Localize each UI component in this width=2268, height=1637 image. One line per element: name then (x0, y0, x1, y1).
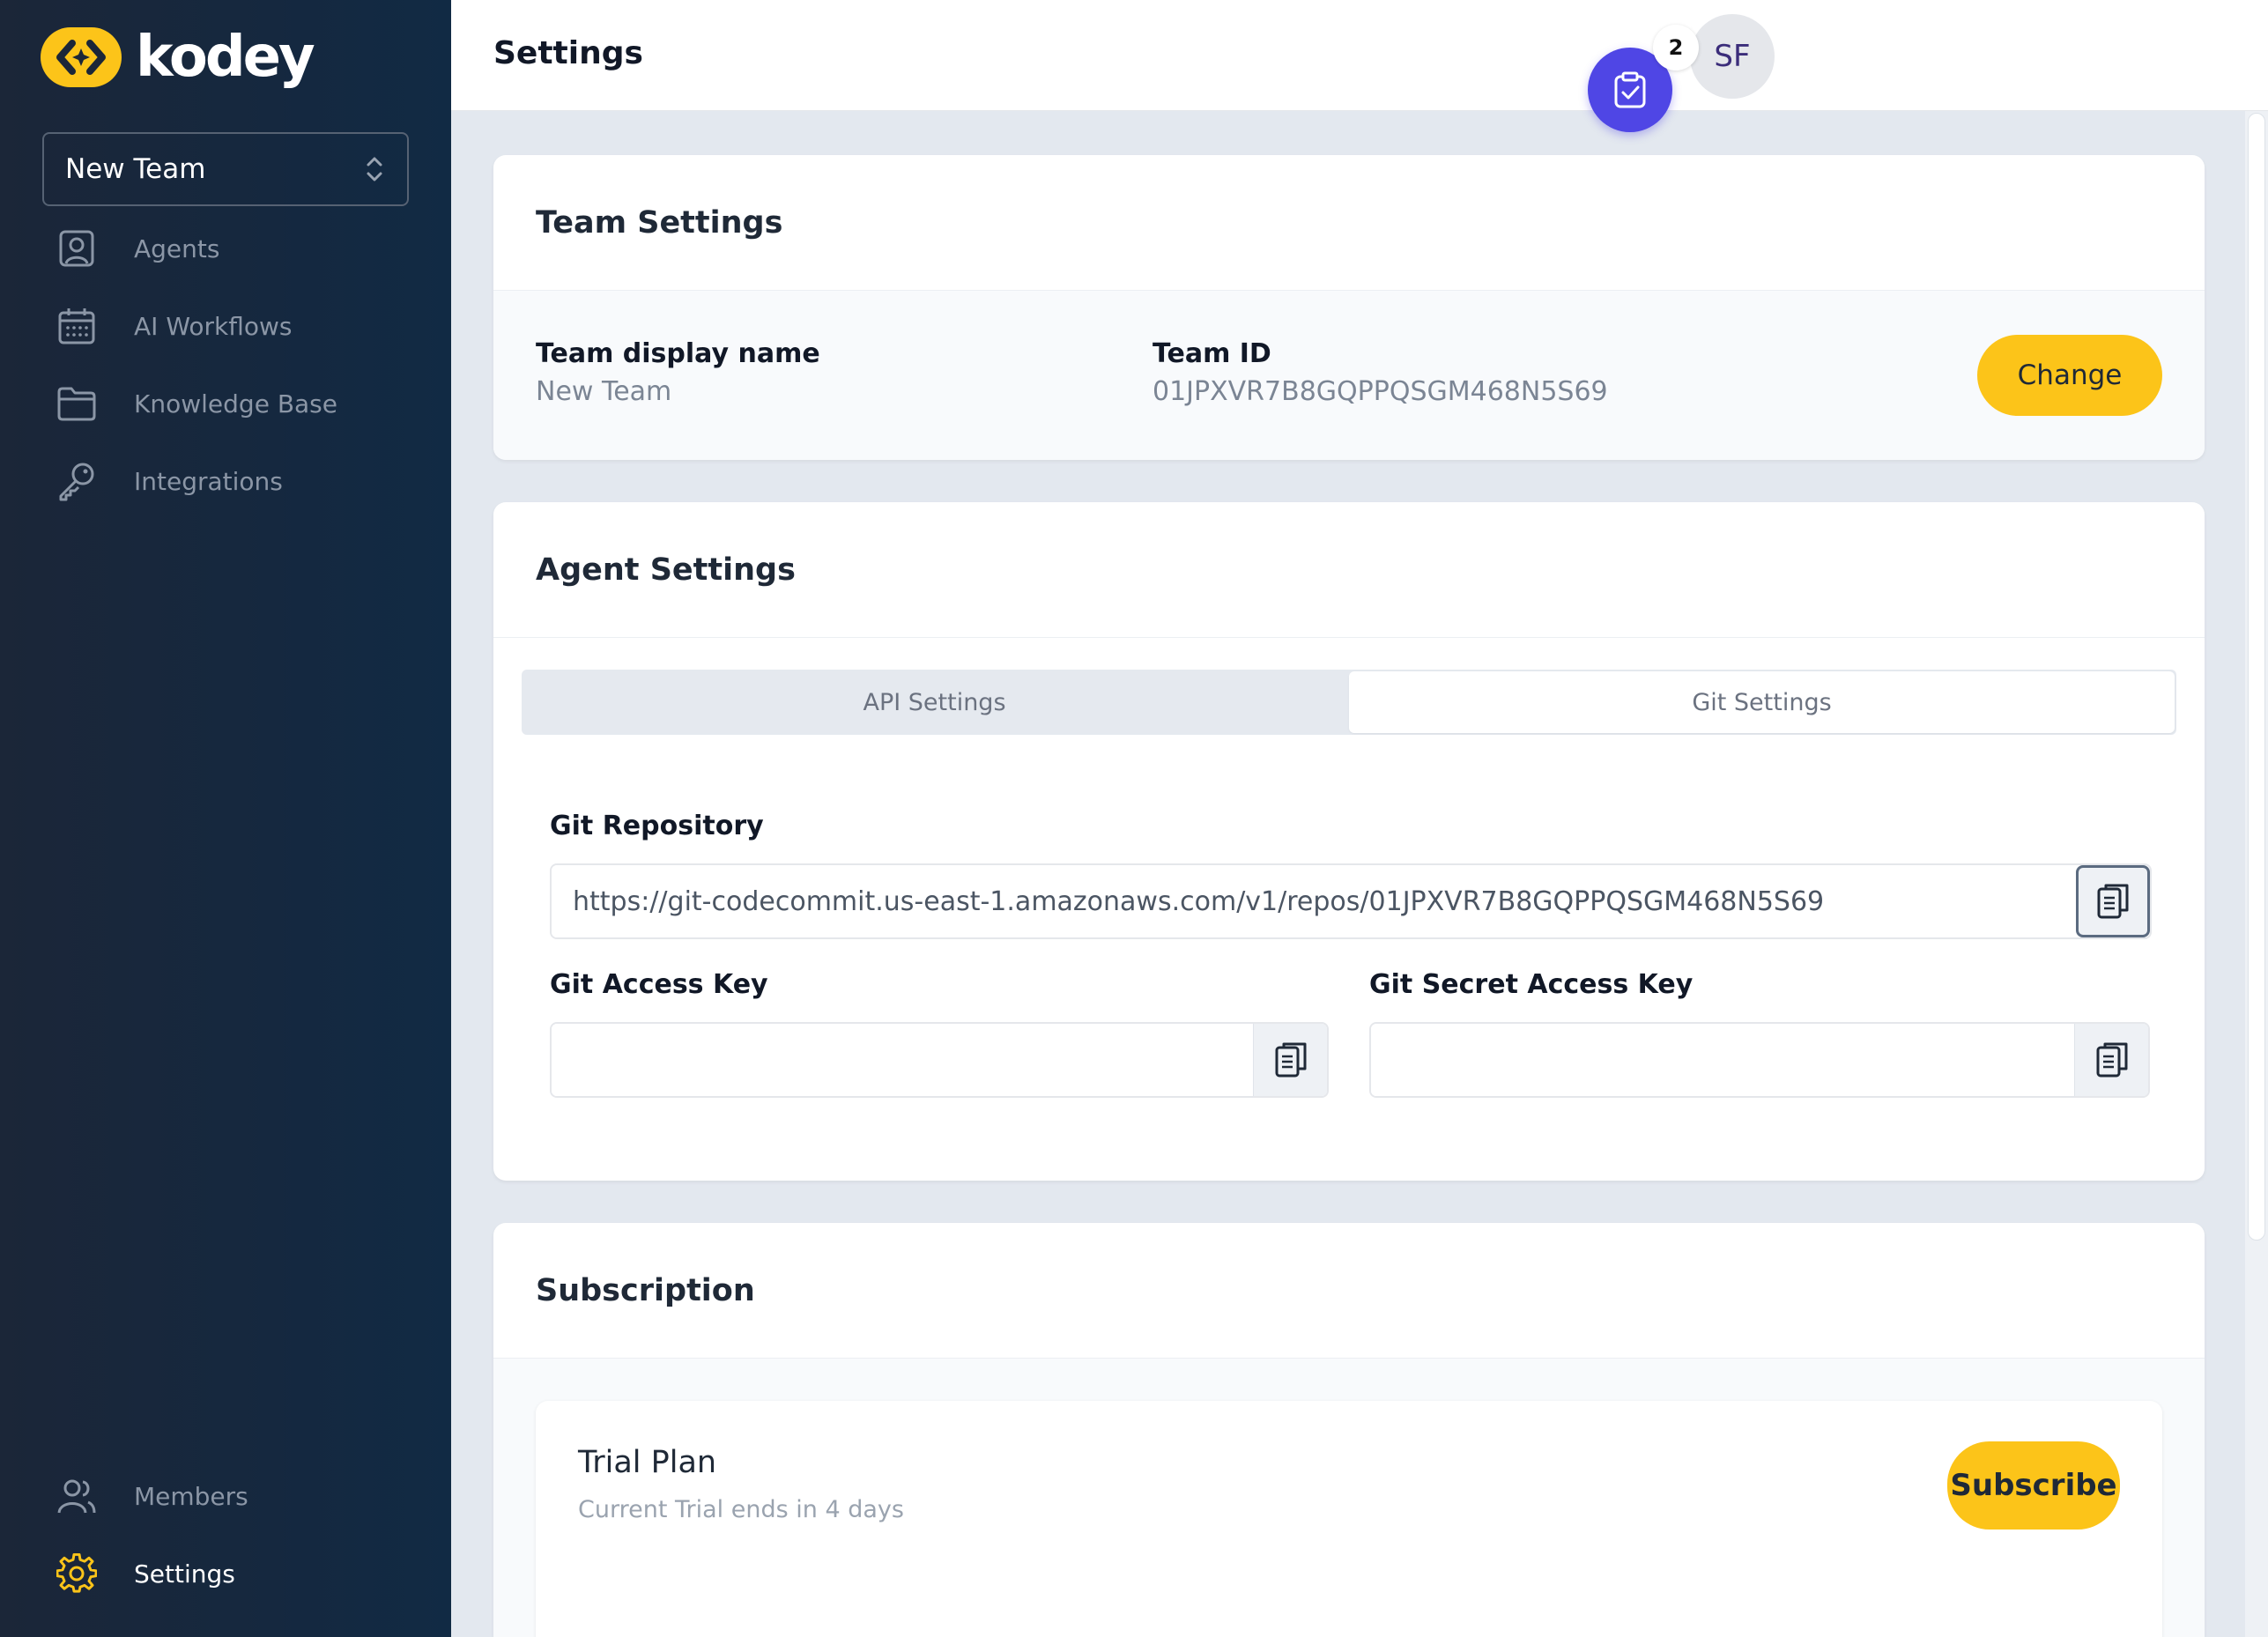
team-display-name-label: Team display name (536, 338, 820, 369)
sidebar-item-label: AI Workflows (134, 311, 293, 341)
git-access-key-field (550, 1022, 1329, 1098)
copy-icon (1275, 1042, 1306, 1078)
tab-git-settings[interactable]: Git Settings (1349, 671, 2175, 733)
team-settings-card: Team Settings Team display name New Team… (493, 155, 2205, 460)
copy-icon (2096, 1042, 2127, 1078)
plan-card: Trial Plan Current Trial ends in 4 days … (536, 1401, 2162, 1637)
copy-icon (2097, 884, 2129, 919)
logo[interactable]: kodey (41, 25, 315, 90)
tasks-count-badge: 2 (1653, 25, 1699, 70)
agent-settings-card: Agent Settings API Settings Git Settings… (493, 502, 2205, 1181)
folder-icon (56, 383, 97, 424)
scrollbar-thumb[interactable] (2248, 113, 2265, 1241)
logo-text: kodey (136, 25, 315, 90)
plan-name: Trial Plan (578, 1445, 717, 1480)
copy-git-secret-access-key-button[interactable] (2074, 1024, 2148, 1096)
team-settings-body: Team display name New Team Team ID 01JPX… (493, 291, 2205, 460)
copy-git-repository-button[interactable] (2076, 865, 2150, 937)
top-bar: Settings (451, 0, 2268, 111)
subscription-header: Subscription (493, 1223, 2205, 1359)
subscribe-button[interactable]: Subscribe (1947, 1441, 2120, 1530)
team-selector-label: New Team (65, 153, 206, 185)
agent-settings-title: Agent Settings (536, 552, 796, 588)
subscription-title: Subscription (536, 1272, 755, 1308)
git-secret-access-key-label: Git Secret Access Key (1369, 969, 1694, 1000)
team-id-field: Team ID 01JPXVR7B8GQPPQSGM468N5S69 (1153, 338, 1608, 407)
sidebar-bottom-nav: Members Settings (0, 1457, 451, 1612)
sidebar-item-label: Agents (134, 233, 220, 263)
change-button[interactable]: Change (1977, 335, 2162, 416)
team-settings-title: Team Settings (536, 204, 783, 241)
sidebar-item-integrations[interactable]: Integrations (0, 442, 451, 520)
git-repository-input[interactable] (552, 865, 2076, 937)
copy-git-access-key-button[interactable] (1253, 1024, 1327, 1096)
team-display-name-value: New Team (536, 376, 672, 407)
sidebar: kodey New Team Agents AI Workflows Knowl… (0, 0, 451, 1637)
subscription-body: Trial Plan Current Trial ends in 4 days … (493, 1359, 2205, 1637)
git-secret-access-key-input[interactable] (1371, 1024, 2074, 1096)
team-selector[interactable]: New Team (42, 132, 409, 206)
sidebar-item-label: Settings (134, 1559, 235, 1589)
agent-settings-header: Agent Settings (493, 502, 2205, 638)
sidebar-item-label: Members (134, 1481, 248, 1511)
sidebar-nav: Agents AI Workflows Knowledge Base Integ… (0, 210, 451, 520)
calendar-icon (56, 306, 97, 346)
team-id-label: Team ID (1153, 338, 1271, 369)
gear-icon (56, 1553, 97, 1594)
sidebar-item-label: Knowledge Base (134, 389, 337, 419)
tab-api-settings[interactable]: API Settings (522, 670, 1347, 735)
key-icon (56, 461, 97, 501)
team-id-value: 01JPXVR7B8GQPPQSGM468N5S69 (1153, 376, 1608, 407)
page-title: Settings (493, 35, 643, 71)
logo-icon (41, 27, 122, 87)
sidebar-item-label: Integrations (134, 466, 283, 496)
sidebar-item-knowledge-base[interactable]: Knowledge Base (0, 365, 451, 442)
clipboard-check-icon (1614, 71, 1646, 108)
git-secret-access-key-field (1369, 1022, 2150, 1098)
git-repository-label: Git Repository (550, 811, 764, 841)
subscription-card: Subscription Trial Plan Current Trial en… (493, 1223, 2205, 1637)
sidebar-item-settings[interactable]: Settings (0, 1535, 451, 1612)
team-display-name-field: Team display name New Team (536, 338, 820, 407)
chevron-up-down-icon (367, 157, 382, 181)
plan-status: Current Trial ends in 4 days (578, 1496, 904, 1523)
git-repository-field (550, 863, 2152, 939)
sidebar-item-members[interactable]: Members (0, 1457, 451, 1535)
git-access-key-input[interactable] (552, 1024, 1253, 1096)
sidebar-item-agents[interactable]: Agents (0, 210, 451, 287)
avatar[interactable]: SF (1690, 14, 1775, 99)
agent-settings-tabs: API Settings Git Settings (522, 670, 2176, 735)
user-square-icon (56, 228, 97, 269)
team-settings-header: Team Settings (493, 155, 2205, 291)
git-access-key-label: Git Access Key (550, 969, 768, 1000)
users-icon (56, 1476, 97, 1516)
sidebar-item-ai-workflows[interactable]: AI Workflows (0, 287, 451, 365)
